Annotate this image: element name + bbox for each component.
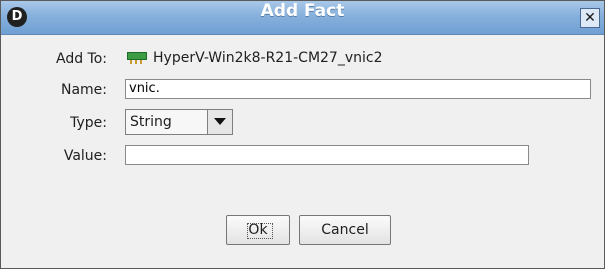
close-icon[interactable]: ✕ bbox=[580, 8, 600, 28]
ok-button[interactable]: Ok bbox=[226, 215, 290, 245]
add-fact-dialog: D Add Fact ✕ Add To: HyperV-Win2k8-R21-C… bbox=[0, 0, 605, 269]
type-select[interactable]: String bbox=[125, 109, 233, 135]
add-to-target: HyperV-Win2k8-R21-CM27_vnic2 bbox=[127, 50, 383, 66]
type-label: Type: bbox=[70, 115, 107, 131]
value-label: Value: bbox=[63, 148, 107, 164]
add-to-label: Add To: bbox=[55, 51, 107, 67]
value-field[interactable] bbox=[125, 145, 529, 165]
name-field[interactable]: vnic. bbox=[125, 79, 591, 99]
network-card-icon bbox=[127, 52, 147, 64]
dialog-title: Add Fact bbox=[260, 1, 345, 21]
title-bar[interactable]: D Add Fact ✕ bbox=[1, 1, 604, 35]
chevron-down-icon[interactable] bbox=[207, 110, 232, 134]
add-to-value: HyperV-Win2k8-R21-CM27_vnic2 bbox=[153, 50, 383, 66]
name-label: Name: bbox=[60, 82, 107, 98]
type-select-value: String bbox=[130, 114, 172, 130]
cancel-button[interactable]: Cancel bbox=[299, 215, 391, 245]
focus-indicator bbox=[247, 223, 273, 239]
